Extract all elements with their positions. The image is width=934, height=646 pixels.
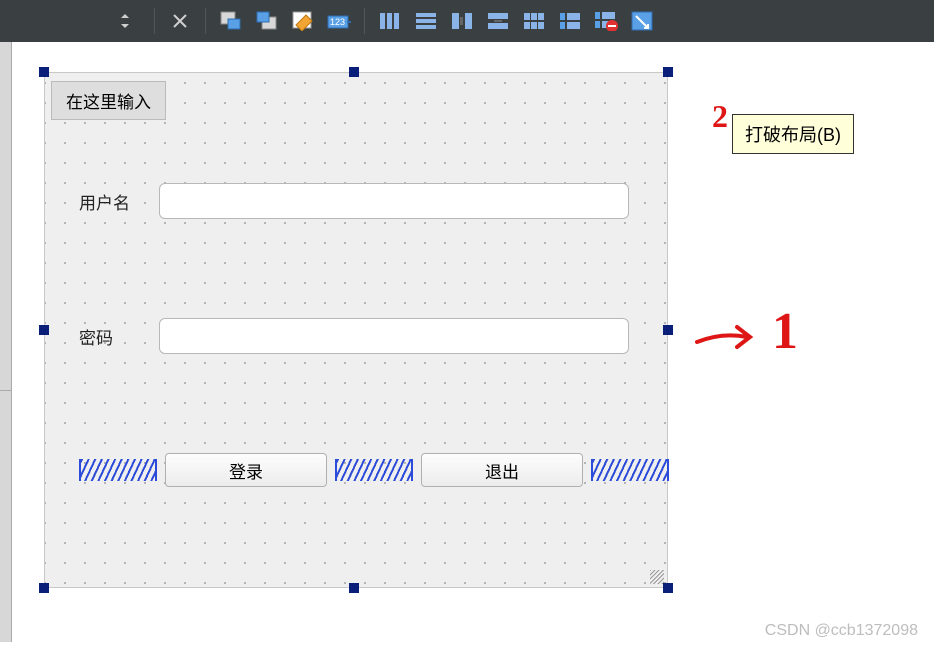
exit-button[interactable]: 退出 <box>421 453 583 487</box>
layout-horizontal-icon[interactable] <box>373 4 407 38</box>
spacer-spring[interactable] <box>335 459 413 481</box>
selection-handle[interactable] <box>39 67 49 77</box>
resize-grip-icon[interactable] <box>650 570 664 584</box>
left-ruler <box>0 42 12 642</box>
username-input[interactable] <box>159 183 629 219</box>
selection-handle[interactable] <box>349 583 359 593</box>
username-row: 用户名 <box>79 183 629 219</box>
toolbar-separator <box>364 8 365 34</box>
layout-vsplitter-icon[interactable] <box>481 4 515 38</box>
username-label: 用户名 <box>79 189 159 214</box>
annotation-marker-1: 1 <box>772 302 798 361</box>
spacer-spring[interactable] <box>591 459 669 481</box>
layout-grid-icon[interactable] <box>517 4 551 38</box>
svg-text:123: 123 <box>330 17 345 27</box>
form-widget[interactable]: 在这里输入 用户名 密码 登录 退出 <box>44 72 668 588</box>
selection-handle[interactable] <box>663 67 673 77</box>
toolbar: 123 <box>0 0 934 42</box>
button-row: 登录 退出 <box>79 453 669 487</box>
tab-header[interactable]: 在这里输入 <box>51 81 166 120</box>
design-canvas: 在这里输入 用户名 密码 登录 退出 打破布局(B) 2 1 <box>12 42 934 646</box>
break-layout-icon[interactable] <box>589 4 623 38</box>
send-back-icon[interactable] <box>250 4 284 38</box>
edit-buddy-icon[interactable]: 123 <box>322 4 356 38</box>
reorder-icon[interactable] <box>112 4 146 38</box>
login-button[interactable]: 登录 <box>165 453 327 487</box>
password-input[interactable] <box>159 318 629 354</box>
layout-vertical-icon[interactable] <box>409 4 443 38</box>
selection-handle[interactable] <box>39 583 49 593</box>
toolbar-separator <box>154 8 155 34</box>
tooltip: 打破布局(B) <box>732 114 854 154</box>
adjust-size-icon[interactable] <box>625 4 659 38</box>
edit-widgets-icon[interactable] <box>214 4 248 38</box>
watermark: CSDN @ccb1372098 <box>765 622 918 640</box>
selection-handle[interactable] <box>663 583 673 593</box>
spacer-spring[interactable] <box>79 459 157 481</box>
tab-label: 在这里输入 <box>66 93 151 112</box>
selection-handle[interactable] <box>663 325 673 335</box>
password-row: 密码 <box>79 318 629 354</box>
layout-hsplitter-icon[interactable] <box>445 4 479 38</box>
annotation-marker-2: 2 <box>712 98 728 135</box>
selection-handle[interactable] <box>39 325 49 335</box>
password-label: 密码 <box>79 324 159 349</box>
selection-handle[interactable] <box>349 67 359 77</box>
tooltip-text: 打破布局(B) <box>745 125 841 145</box>
toolbar-separator <box>205 8 206 34</box>
close-icon[interactable] <box>163 4 197 38</box>
edit-tab-icon[interactable] <box>286 4 320 38</box>
layout-form-icon[interactable] <box>553 4 587 38</box>
annotation-arrow-icon <box>692 317 762 362</box>
